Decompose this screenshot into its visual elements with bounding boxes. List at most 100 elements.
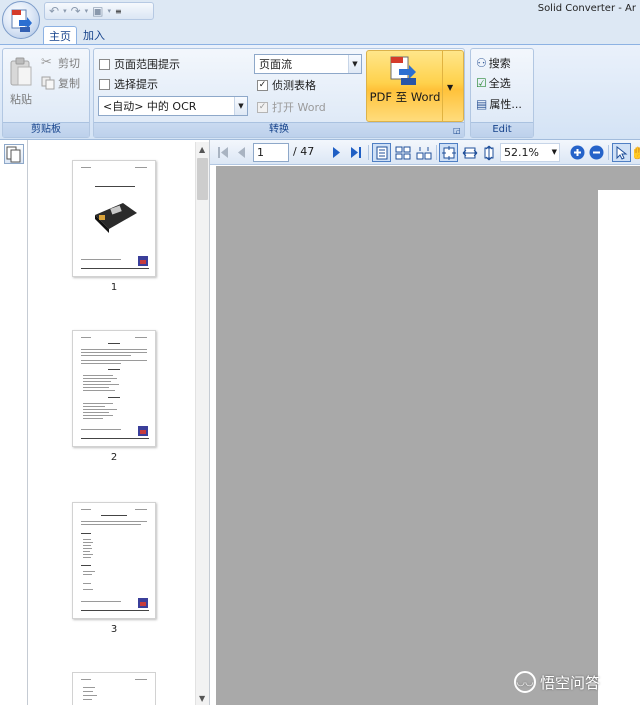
page-thumbnail[interactable] <box>72 672 156 705</box>
redo-icon[interactable]: ↷ <box>71 4 81 18</box>
ribbon-tabs: 主页 加入 <box>0 22 640 44</box>
paste-icon <box>10 57 32 86</box>
hand-tool-button[interactable]: ✋ <box>634 144 640 161</box>
first-page-button[interactable] <box>216 144 230 161</box>
dialog-launcher-icon[interactable]: ◲ <box>453 126 462 135</box>
side-panel-tabs <box>0 140 28 705</box>
undo-dropdown-icon[interactable]: ▾ <box>63 7 67 15</box>
ribbon: 粘贴 ✂ 剪切 复制 剪贴板 页面范围提示 选择提示 <自动> 中的 OCR ▼ <box>0 44 640 140</box>
scroll-up-icon[interactable]: ▲ <box>199 145 205 154</box>
fit-page-button[interactable] <box>439 143 458 162</box>
save-icon[interactable]: ▣ <box>92 4 103 18</box>
fit-page-icon <box>441 145 456 160</box>
continuous-view-button[interactable] <box>394 144 412 161</box>
pages-panel-icon[interactable] <box>4 144 24 164</box>
convert-group-label: 转换 <box>94 122 464 137</box>
facing-view-button[interactable] <box>415 144 433 161</box>
chevron-down-icon[interactable]: ▼ <box>447 83 453 92</box>
toolbar-separator <box>436 145 437 160</box>
detect-tables-checkbox[interactable]: ✓ 侦测表格 <box>257 77 316 93</box>
fit-width-button[interactable] <box>461 144 479 161</box>
tab-addins[interactable]: 加入 <box>78 26 110 44</box>
chevron-down-icon[interactable]: ▼ <box>552 144 557 161</box>
edit-group: ⚇ 搜索 ☑ 全选 ▤ 属性... Edit <box>470 48 534 138</box>
properties-button[interactable]: ▤ 属性... <box>476 96 522 112</box>
page-range-hint-label: 页面范围提示 <box>114 58 180 71</box>
next-page-button[interactable] <box>330 144 344 161</box>
document-view[interactable] <box>216 166 640 705</box>
open-word-checkbox[interactable]: ✓ 打开 Word <box>257 99 326 115</box>
copy-icon <box>41 76 55 90</box>
app-logo-icon <box>11 9 32 32</box>
logo-icon <box>138 256 148 266</box>
layout-mode-select[interactable]: 页面流 ▼ <box>254 54 362 74</box>
scissors-icon: ✂ <box>41 55 52 70</box>
previous-page-button[interactable] <box>234 144 248 161</box>
fit-width-icon <box>462 147 478 158</box>
split-divider <box>442 51 443 121</box>
page-thumbnail[interactable] <box>72 330 156 447</box>
title-bar: ↶ ▾ ↷ ▾ ▣ ▾ ≡ Solid Converter - Ar <box>0 0 640 22</box>
zoom-out-button[interactable] <box>588 144 604 161</box>
search-button[interactable]: ⚇ 搜索 <box>476 55 511 71</box>
clipboard-group-label: 剪贴板 <box>3 122 89 137</box>
zoom-in-button[interactable] <box>569 144 585 161</box>
last-page-button[interactable] <box>348 144 364 161</box>
layout-mode-value: 页面流 <box>259 58 292 71</box>
quick-access-toolbar: ↶ ▾ ↷ ▾ ▣ ▾ ≡ <box>44 2 154 20</box>
page-number-input[interactable]: 1 <box>253 143 289 162</box>
hand-icon: ✋ <box>634 146 640 160</box>
application-menu-button[interactable] <box>2 1 40 39</box>
single-page-icon <box>376 146 387 159</box>
selection-hint-checkbox[interactable]: 选择提示 <box>99 76 158 92</box>
single-page-view-button[interactable] <box>372 143 391 162</box>
undo-icon[interactable]: ↶ <box>49 4 59 18</box>
page-range-hint-checkbox[interactable]: 页面范围提示 <box>99 56 180 72</box>
binoculars-icon: ⚇ <box>476 56 487 70</box>
pdf-to-word-label: PDF 至 Word <box>369 90 441 104</box>
zoom-level-value: 52.1% <box>504 146 539 159</box>
search-label: 搜索 <box>488 57 511 70</box>
tab-home[interactable]: 主页 <box>43 26 77 44</box>
properties-label: 属性... <box>489 98 522 111</box>
paste-button[interactable]: 粘贴 <box>6 55 36 106</box>
logo-icon <box>138 598 148 608</box>
customize-qat-icon[interactable]: ≡ <box>115 7 122 16</box>
chevron-down-icon[interactable]: ▼ <box>348 55 361 73</box>
checkbox-unchecked-icon <box>99 78 110 90</box>
thumbnail-scrollbar[interactable]: ▲ ▼ <box>195 142 209 705</box>
pdf-to-word-icon <box>390 56 416 85</box>
redo-dropdown-icon[interactable]: ▾ <box>85 7 89 15</box>
copy-button[interactable]: 复制 <box>41 75 80 91</box>
select-all-button[interactable]: ☑ 全选 <box>476 75 511 91</box>
clipboard-group: 粘贴 ✂ 剪切 复制 剪贴板 <box>2 48 90 138</box>
cut-button[interactable]: ✂ 剪切 <box>41 55 80 71</box>
ocr-language-value: <自动> 中的 OCR <box>103 100 197 113</box>
scrollbar-thumb[interactable] <box>197 158 208 200</box>
toolbar-separator <box>368 145 369 160</box>
ocr-language-select[interactable]: <自动> 中的 OCR ▼ <box>98 96 248 116</box>
cursor-arrow-icon <box>616 145 627 160</box>
toolbar-separator <box>608 145 609 160</box>
cut-label: 剪切 <box>58 57 80 70</box>
select-tool-button[interactable] <box>612 143 631 162</box>
select-all-icon: ☑ <box>476 76 487 90</box>
save-dropdown-icon[interactable]: ▾ <box>108 7 112 15</box>
checkmark-icon: ✓ <box>257 101 268 113</box>
previous-page-icon <box>238 147 245 158</box>
properties-icon: ▤ <box>476 97 488 111</box>
zoom-level-select[interactable]: 52.1% ▼ <box>500 143 560 162</box>
selection-hint-label: 选择提示 <box>114 78 158 91</box>
watermark: ◡◡ 悟空问答 <box>514 671 600 693</box>
chevron-down-icon[interactable]: ▼ <box>234 97 247 115</box>
detect-tables-label: 侦测表格 <box>272 79 316 92</box>
pdf-to-word-button[interactable]: PDF 至 Word ▼ <box>366 50 464 122</box>
scroll-down-icon[interactable]: ▼ <box>199 694 205 703</box>
last-page-icon <box>350 147 361 158</box>
page-thumbnail[interactable] <box>72 502 156 619</box>
fit-height-icon <box>484 145 494 160</box>
page-number-label: 2 <box>110 452 118 463</box>
total-pages-label: / 47 <box>293 145 315 158</box>
fit-height-button[interactable] <box>481 144 497 161</box>
page-thumbnail[interactable] <box>72 160 156 277</box>
